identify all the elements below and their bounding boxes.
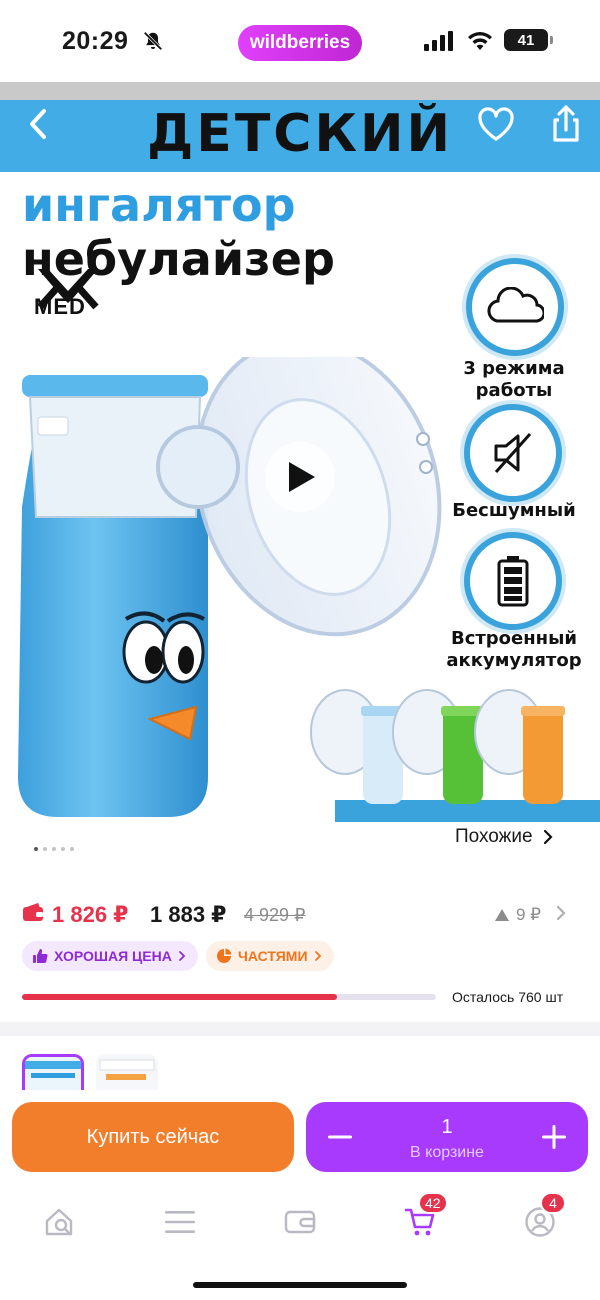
price-section: 1 826 ₽ 1 883 ₽ 4 929 ₽ 9 ₽ ХОРОШАЯ ЦЕНА…	[0, 862, 600, 1022]
chevron-right-icon	[314, 951, 321, 961]
installments-label: ЧАСТЯМИ	[238, 948, 308, 964]
play-icon	[289, 462, 315, 492]
favorite-button[interactable]	[474, 102, 518, 146]
cart-count-badge: 42	[418, 1192, 448, 1214]
bell-off-icon	[143, 31, 163, 51]
purchase-action-bar: Купить сейчас 1 В корзине	[0, 1090, 600, 1182]
play-video-button[interactable]	[265, 442, 335, 512]
pagination-dot	[52, 847, 56, 851]
similar-label: Похожие	[455, 826, 533, 847]
thumbs-up-icon	[33, 949, 48, 963]
triangle-up-icon	[495, 909, 509, 921]
price-change-value: 9 ₽	[516, 905, 541, 924]
section-separator	[0, 1022, 600, 1036]
buy-now-button[interactable]: Купить сейчас	[12, 1102, 294, 1172]
feature-silent-icon	[464, 404, 562, 502]
status-time: 20:29	[62, 27, 129, 55]
feature-modes-label: 3 режима работы	[444, 358, 584, 402]
feature-battery-label: Встроенный аккумулятор	[444, 628, 584, 672]
wallet-icon	[284, 1210, 316, 1234]
similar-link[interactable]: Похожие	[455, 826, 553, 848]
good-price-label: ХОРОШАЯ ЦЕНА	[54, 948, 172, 964]
tab-catalog[interactable]	[158, 1202, 202, 1242]
wifi-icon	[468, 32, 492, 50]
stock-progress-fill	[22, 994, 337, 1000]
mute-icon	[494, 432, 532, 474]
chevron-right-icon	[178, 951, 186, 961]
tab-home[interactable]	[38, 1202, 82, 1242]
pagination-dot	[43, 847, 47, 851]
stock-remaining: Осталось 760 шт	[452, 989, 564, 1005]
search-home-icon	[45, 1208, 73, 1236]
current-price: 1 883 ₽	[150, 902, 227, 927]
cart-quantity-control: 1 В корзине	[306, 1102, 588, 1172]
pagination-dot	[70, 847, 74, 851]
chevron-right-icon	[543, 829, 553, 845]
feature-battery-line-2: аккумулятор	[446, 650, 582, 671]
status-bar: 20:29 wildberries 41	[0, 0, 600, 82]
chevron-right-icon[interactable]	[554, 904, 568, 922]
good-price-badge[interactable]: ХОРОШАЯ ЦЕНА	[22, 941, 198, 971]
pie-icon	[217, 948, 232, 963]
tab-cart[interactable]: 42	[398, 1192, 448, 1242]
old-price: 4 929 ₽	[244, 905, 306, 925]
wb-wallet-icon	[23, 903, 43, 921]
plus-icon	[542, 1125, 566, 1149]
battery-tip	[550, 36, 553, 44]
pagination-dot	[34, 847, 38, 851]
stock-progress-bar	[22, 994, 436, 1000]
chevron-left-icon	[30, 109, 46, 139]
feature-modes-line-1: 3 режима	[463, 358, 565, 379]
thumbnail-strip	[0, 1036, 600, 1102]
tab-wallet[interactable]	[278, 1202, 322, 1242]
menu-icon	[165, 1211, 195, 1233]
headline-word-1: ингалятор	[22, 178, 296, 232]
feature-silent-label: Бесшумный	[444, 500, 584, 522]
product-gallery[interactable]: ДЕТСКИЙ ингалятор небулайзер MED 3 режим…	[0, 82, 600, 862]
cloud-icon	[487, 287, 544, 323]
color-variants-image	[310, 689, 600, 822]
brand-logo-text: MED	[34, 294, 86, 319]
wallet-price: 1 826 ₽	[52, 902, 129, 927]
bottom-tab-bar: 42 4	[0, 1182, 600, 1300]
feature-silent-line-1: Бесшумный	[452, 500, 576, 521]
battery-icon: 41	[504, 29, 548, 51]
back-button[interactable]	[18, 104, 58, 144]
installments-badge[interactable]: ЧАСТЯМИ	[206, 941, 334, 971]
gallery-pagination-dots	[34, 847, 74, 851]
share-button[interactable]	[544, 102, 588, 146]
price-change[interactable]: 9 ₽	[494, 905, 541, 925]
feature-battery-line-1: Встроенный	[450, 628, 578, 649]
feature-modes-icon	[466, 258, 564, 356]
feature-modes-line-2: работы	[475, 380, 553, 401]
feature-battery-icon	[464, 532, 562, 630]
gallery-top-strip	[0, 82, 600, 100]
profile-notification-badge: 4	[540, 1192, 566, 1214]
signal-icon	[424, 31, 453, 51]
app-badge: wildberries	[238, 25, 362, 61]
battery-full-icon	[497, 556, 529, 607]
tab-profile[interactable]: 4	[518, 1192, 566, 1242]
home-indicator	[193, 1282, 407, 1288]
pagination-dot	[61, 847, 65, 851]
increase-quantity-button[interactable]	[522, 1102, 586, 1172]
